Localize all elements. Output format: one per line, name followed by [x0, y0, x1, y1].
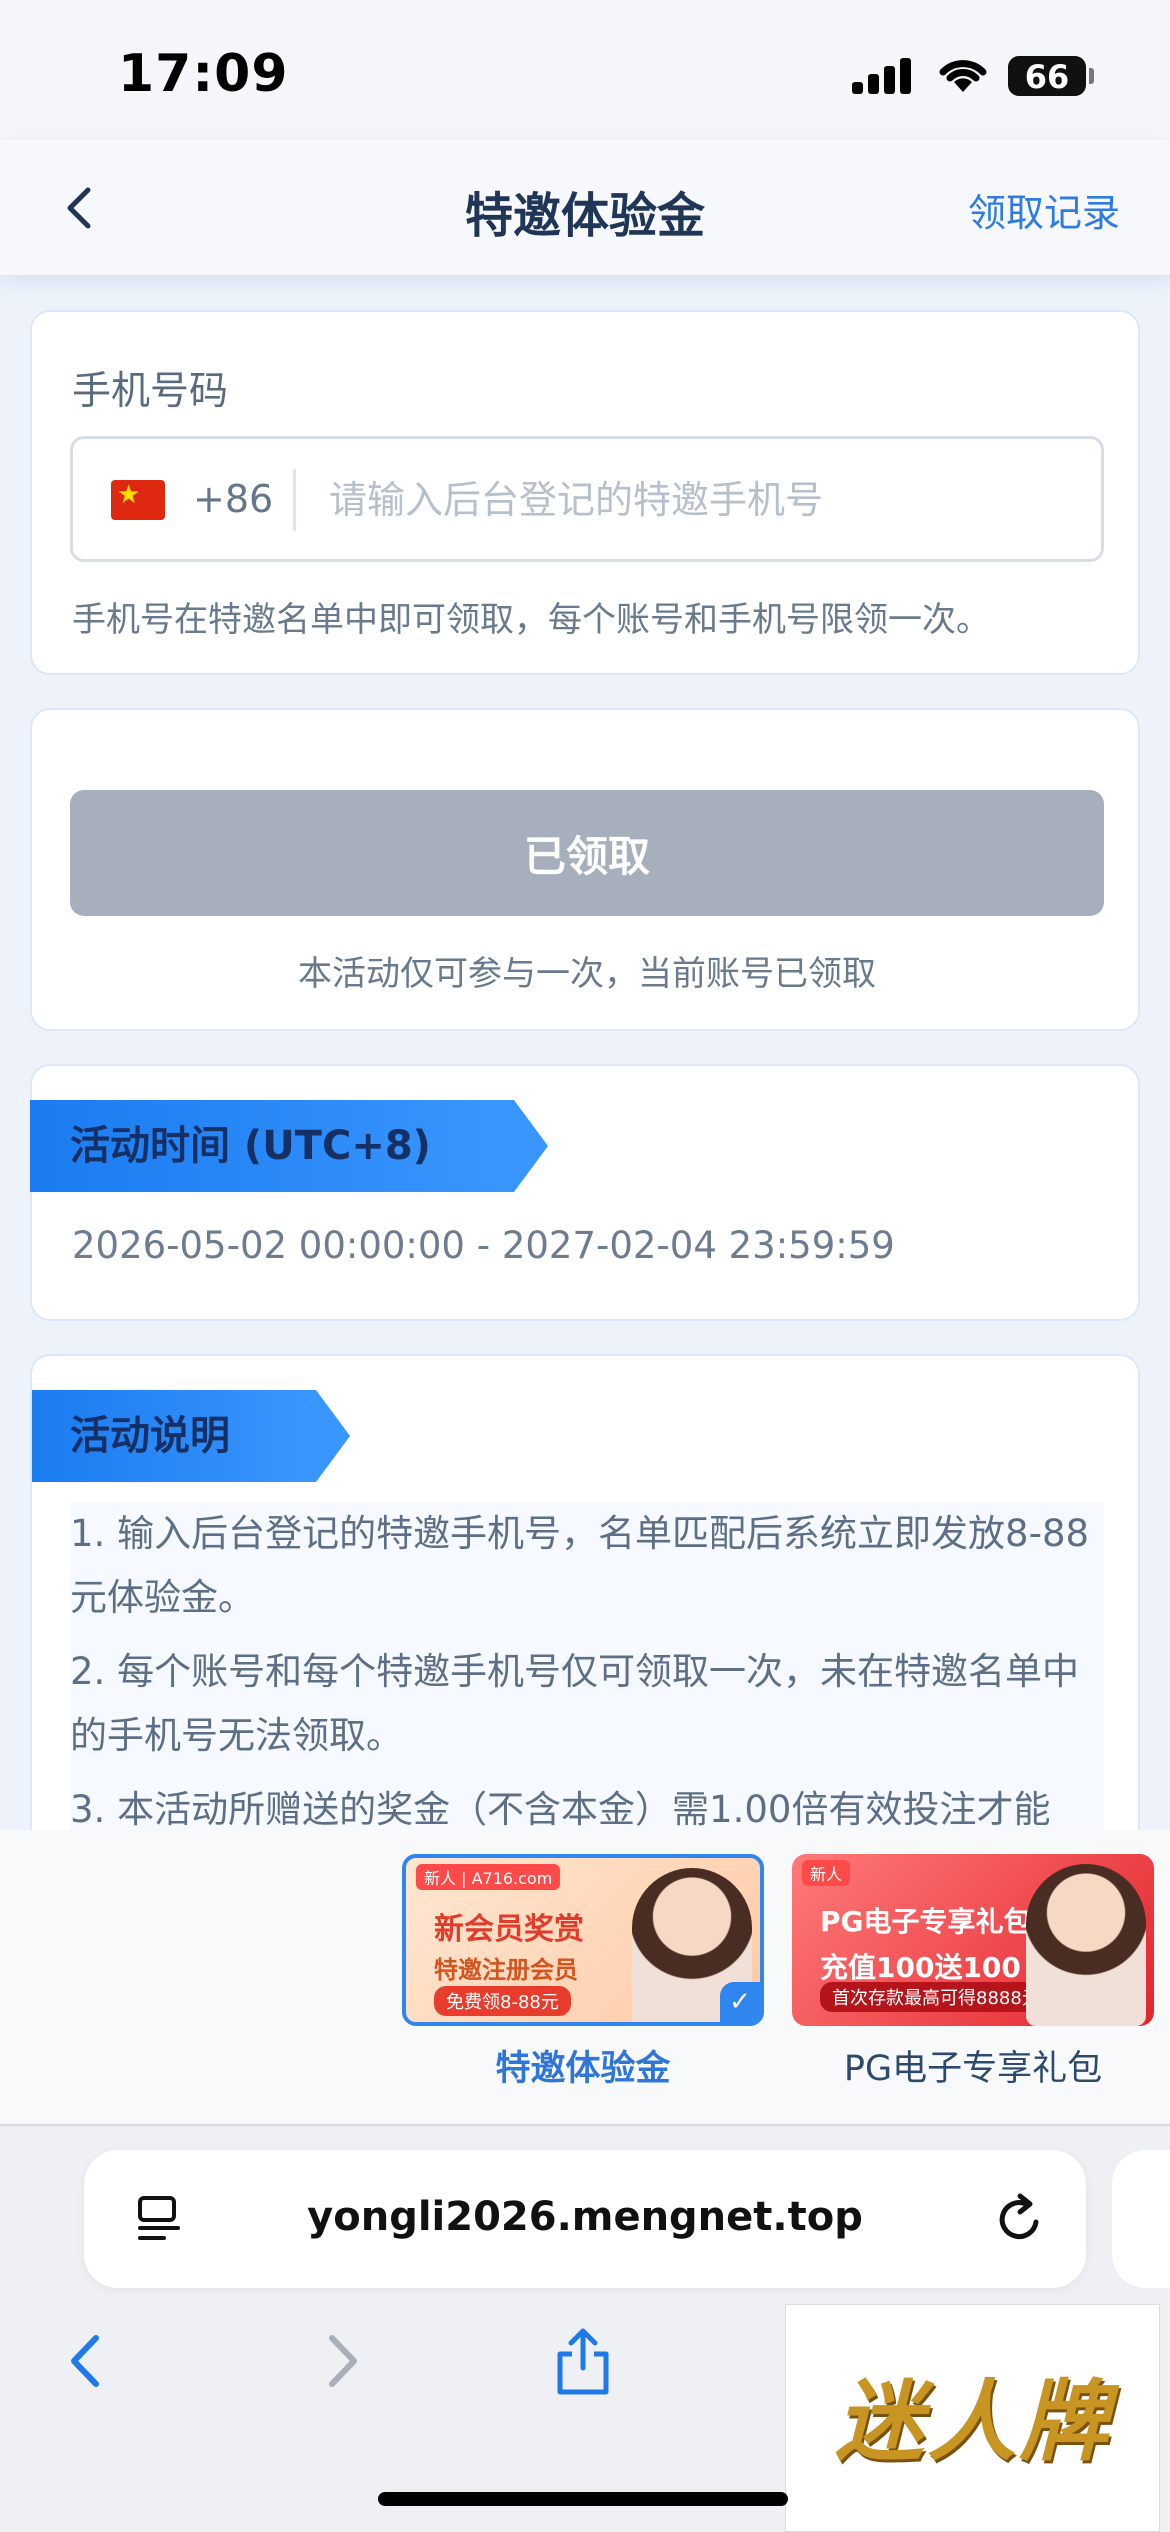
activity-description-title: 活动说明 — [32, 1390, 350, 1482]
phone-card: 手机号码 ★ +86 手机号在特邀名单中即可领取，每个账号和手机号限领一次。 — [30, 310, 1140, 675]
activity-time-card: 活动时间 (UTC+8) 2026-05-02 00:00:00 - 2027-… — [30, 1064, 1140, 1321]
battery-tip — [1089, 68, 1094, 84]
home-indicator — [378, 2492, 788, 2506]
banner-pill: 首次存款最高可得8888元 — [820, 1982, 1052, 2012]
activity-time-title: 活动时间 (UTC+8) — [30, 1100, 548, 1192]
phone-field[interactable]: ★ +86 — [70, 436, 1104, 562]
claim-note: 本活动仅可参与一次，当前账号已领取 — [298, 954, 876, 994]
phone-input[interactable] — [329, 469, 1069, 531]
phone-hint: 手机号在特邀名单中即可领取，每个账号和手机号限领一次。 — [72, 600, 990, 640]
field-divider — [293, 469, 296, 531]
share-icon[interactable] — [548, 2326, 618, 2396]
claimed-button[interactable]: 已领取 — [70, 790, 1104, 916]
promo-banner-pg-gift[interactable]: 新人 PG电子专享礼包 充值100送100 首次存款最高可得8888元 — [792, 1854, 1154, 2026]
status-bar: 17:09 66 — [0, 0, 1170, 140]
cellular-signal-icon — [852, 58, 914, 94]
check-icon: ✓ — [720, 1982, 760, 2022]
nav-back-icon[interactable] — [52, 2326, 122, 2396]
description-item: 1. 输入后台登记的特邀手机号，名单匹配后系统立即发放8-88元体验金。 — [70, 1512, 1090, 1619]
banner-model-image — [1026, 1864, 1146, 2026]
brand-logo: 迷人牌 — [785, 2304, 1160, 2532]
claim-records-link[interactable]: 领取记录 — [968, 182, 1120, 237]
next-tab-preview[interactable] — [1112, 2150, 1170, 2288]
country-code[interactable]: +86 — [193, 477, 273, 521]
nav-header: 特邀体验金 领取记录 — [0, 140, 1170, 276]
battery-level: 66 — [1024, 58, 1070, 96]
address-bar[interactable]: yongli2026.mengnet.top — [84, 2150, 1086, 2288]
claim-card: 已领取 本活动仅可参与一次，当前账号已领取 — [30, 708, 1140, 1031]
url-text[interactable]: yongli2026.mengnet.top — [84, 2194, 1086, 2240]
battery-icon: 66 — [1008, 56, 1086, 96]
banner-subline: 特邀注册会员 — [434, 1956, 578, 1984]
promo-banner-strip: 新人 | A716.com 新会员奖赏 特邀注册会员 免费领8-88元 ✓ 特邀… — [0, 1830, 1170, 2124]
activity-time-range: 2026-05-02 00:00:00 - 2027-02-04 23:59:5… — [72, 1224, 895, 1267]
promo-banner-invite-bonus[interactable]: 新人 | A716.com 新会员奖赏 特邀注册会员 免费领8-88元 ✓ — [402, 1854, 764, 2026]
wifi-icon — [939, 60, 987, 92]
nav-forward-icon[interactable] — [306, 2326, 376, 2396]
banner-headline: PG电子专享礼包 — [820, 1905, 1032, 1938]
brand-logo-text: 迷人牌 — [835, 2370, 1112, 2473]
banner-tag: 新人 | A716.com — [416, 1864, 561, 1890]
description-item: 2. 每个账号和每个特邀手机号仅可领取一次，未在特邀名单中的手机号无法领取。 — [70, 1650, 1080, 1757]
china-flag-icon[interactable]: ★ — [111, 480, 165, 520]
banner-subline: 充值100送100 — [820, 1951, 1021, 1984]
banner-headline: 新会员奖赏 — [434, 1912, 584, 1947]
banner-pill: 免费领8-88元 — [434, 1986, 571, 2016]
banner-tag: 新人 — [802, 1860, 851, 1886]
description-list: 1. 输入后台登记的特邀手机号，名单匹配后系统立即发放8-88元体验金。 2. … — [70, 1502, 1104, 1852]
banner-label-pg-gift[interactable]: PG电子专享礼包 — [792, 2040, 1154, 2091]
reload-icon[interactable] — [992, 2192, 1046, 2246]
status-time: 17:09 — [118, 44, 289, 104]
phone-label: 手机号码 — [72, 369, 229, 414]
page: 17:09 66 特邀体验金 领取记录 手机号码 ★ +86 请输入后台登记的特… — [0, 0, 1170, 2532]
banner-label-invite-bonus[interactable]: 特邀体验金 — [402, 2040, 764, 2091]
